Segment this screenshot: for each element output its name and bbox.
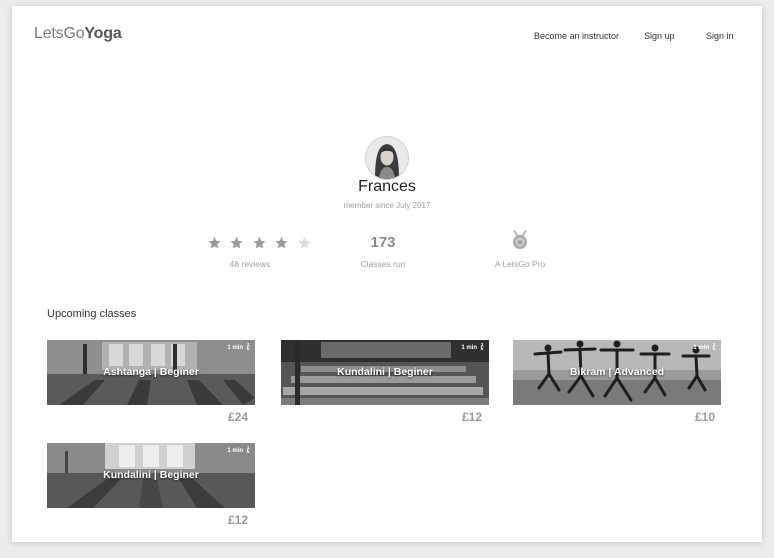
avatar (365, 136, 409, 180)
medal-icon (513, 230, 527, 249)
class-duration: 1 min (693, 343, 717, 351)
logo[interactable]: LetsGoYoga (34, 25, 122, 43)
sign-up-link[interactable]: Sign up (644, 31, 675, 41)
star-icon-filled (230, 236, 244, 249)
become-instructor-link[interactable]: Become an instructor (534, 31, 619, 41)
member-since: member since July 2017 (343, 201, 431, 210)
walking-icon (480, 343, 484, 350)
rating-stars (207, 236, 315, 250)
logo-light: LetsGo (34, 25, 85, 42)
page-frame: LetsGoYoga Become an instructor Sign up … (12, 6, 762, 542)
star-icon-empty (298, 236, 311, 249)
class-duration: 1 min (227, 343, 251, 351)
class-duration: 1 min (461, 343, 485, 351)
walking-icon (712, 343, 716, 350)
class-title: Kundalini | Beginer (337, 366, 433, 378)
class-card-ashtanga[interactable]: 1 min Ashtanga | Beginer (47, 340, 255, 405)
class-card-kundalini[interactable]: 1 min Kundalini | Beginer (281, 340, 489, 405)
class-price: £10 (694, 410, 715, 424)
walking-icon (246, 446, 250, 453)
logo-bold: Yoga (84, 25, 122, 42)
star-icon-filled (275, 236, 288, 249)
star-icon-filled (208, 236, 221, 249)
class-title: Bikram | Advanced (569, 366, 665, 378)
class-title: Kundalini | Beginer (103, 469, 199, 481)
star-icon-filled (253, 236, 266, 249)
pro-badge-label: A LetsGo Pro (494, 259, 546, 269)
walking-icon (246, 343, 250, 350)
class-card-bikram[interactable]: 1 min Bikram | Advanced (513, 340, 721, 405)
class-price: £24 (227, 410, 248, 424)
class-title: Ashtanga | Beginer (103, 366, 199, 378)
upcoming-classes-title: Upcoming classes (47, 308, 137, 320)
reviews-count[interactable]: 48 reviews (190, 259, 310, 269)
sign-in-link[interactable]: Sign in (706, 31, 734, 41)
avatar-photo (366, 137, 408, 179)
classes-run-label: Classes run (360, 259, 406, 269)
profile-name: Frances (358, 178, 416, 195)
class-duration: 1 min (227, 446, 251, 454)
class-price: £12 (227, 513, 248, 527)
classes-run-count: 173 (370, 234, 396, 251)
class-price: £12 (461, 410, 482, 424)
class-card-kundalini-2[interactable]: 1 min Kundalini | Beginer (47, 443, 255, 508)
